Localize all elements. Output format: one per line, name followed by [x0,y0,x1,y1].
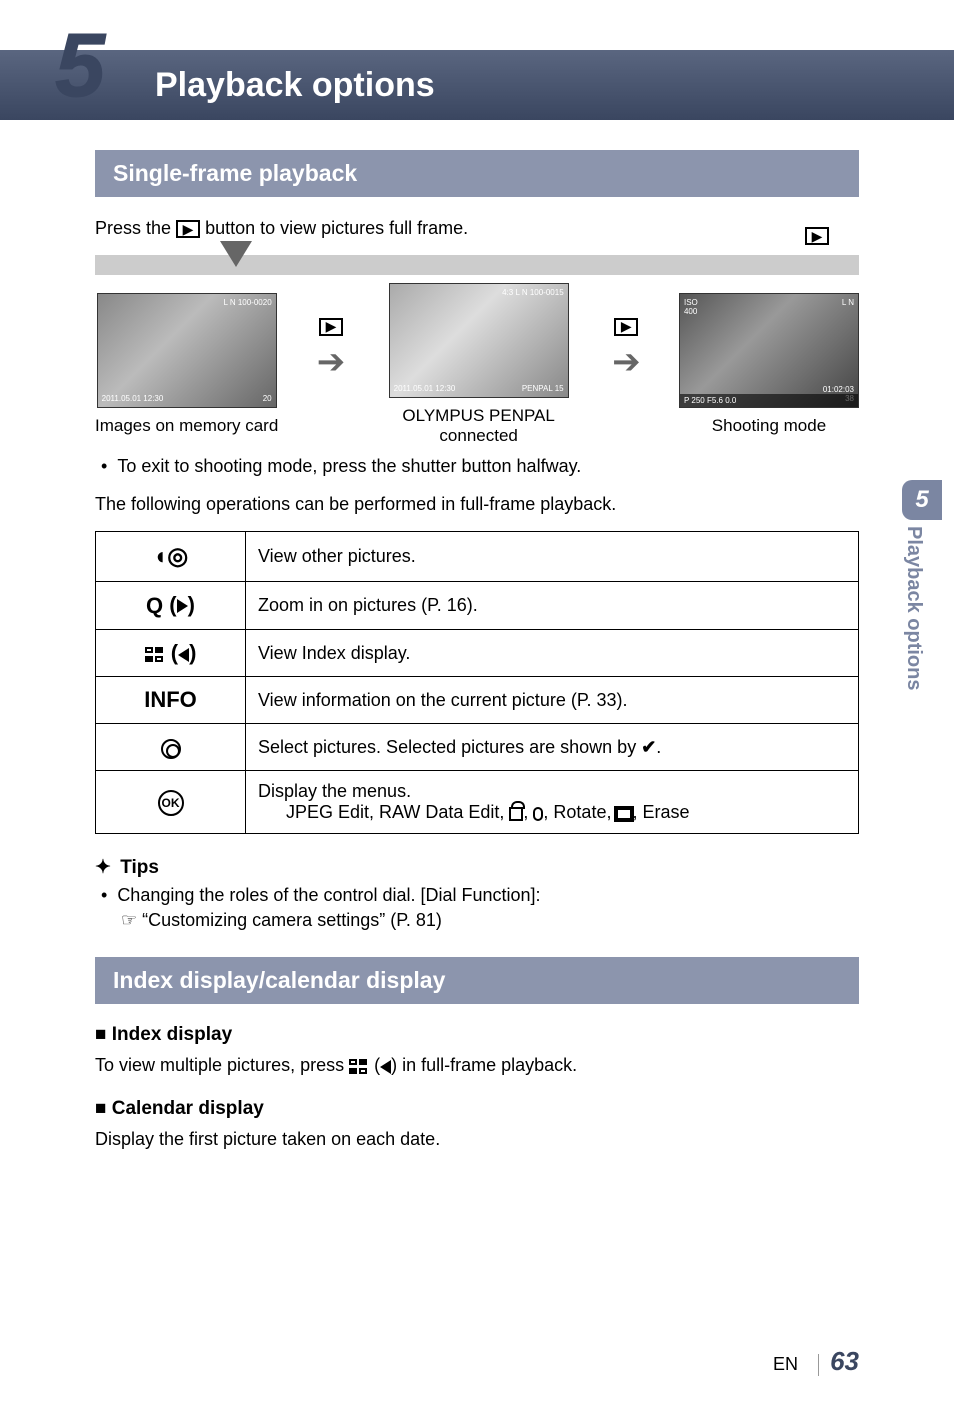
op-text-mid: , Rotate, [543,802,616,822]
overlay-iso: ISO 400 [684,298,698,316]
ok-button-icon: OK [96,771,246,834]
arrow-right-icon: ➔ [317,342,346,382]
overlay-count: PENPAL 15 [522,384,564,393]
overlay-datetime: 2011.05.01 12:30 [394,384,456,393]
arrow-down-icon [220,241,252,267]
figure-top-bar: ▶ [95,255,859,275]
arrow-right-icon: ➔ [612,342,641,382]
subsection-heading: Index display [95,1024,859,1046]
overlay-time: 01:02:03 [823,385,854,394]
operations-table: ◖◎ View other pictures. Q () Zoom in on … [95,531,859,834]
record-button-icon [96,724,246,771]
op-text-post: . [656,737,661,757]
subsection-heading: Calendar display [95,1098,859,1120]
playback-icon: ▶ [319,318,343,336]
chapter-title: Playback options [155,66,435,105]
section-heading: Single-frame playback [95,150,859,197]
subsection-text: Display the first picture taken on each … [95,1126,859,1152]
page-footer: EN 63 [773,1346,859,1377]
table-row: () View Index display. [96,630,859,677]
chapter-banner: 5 Playback options [0,50,954,120]
reference-icon: ☞ [121,910,142,930]
footer-lang: EN [773,1354,798,1374]
table-row: INFO View information on the current pic… [96,677,859,724]
table-row: Q () Zoom in on pictures (P. 16). [96,582,859,630]
op-description: Display the menus. JPEG Edit, RAW Data E… [246,771,859,834]
overlay-count: 20 [263,394,272,403]
figure-3: ISO 400 L N 01:02:03 38 P 250 F5.6 0.0 S… [679,293,859,436]
intro-text: Press the ▶ button to view pictures full… [95,215,859,241]
playback-icon: ▶ [805,227,829,245]
tips-heading: Tips [95,856,859,879]
transition-arrow: ▶ ➔ [313,318,350,382]
info-button-label: INFO [96,677,246,724]
op-description: Zoom in on pictures (P. 16). [246,582,859,630]
side-tab-number: 5 [902,480,942,520]
bullet-note: To exit to shooting mode, press the shut… [95,456,859,477]
op-text-line2: JPEG Edit, RAW Data Edit, , , Rotate, , … [258,802,846,823]
op-description: View information on the current picture … [246,677,859,724]
bullet-text: To exit to shooting mode, press the shut… [117,456,581,477]
text-post: ) in full-frame playback. [391,1055,577,1075]
playback-icon: ▶ [614,318,638,336]
index-control-icon: () [96,630,246,677]
zoom-control-icon: Q () [96,582,246,630]
transition-arrow: ▶ ➔ [608,318,645,382]
tip-reference: ☞ “Customizing camera settings” (P. 81) [95,910,859,931]
figure-2: 4:3 L N 100-0015 2011.05.01 12:30 PENPAL… [384,283,574,446]
overlay-exposure-bar: P 250 F5.6 0.0 [680,394,858,407]
thumbnail-image: ISO 400 L N 01:02:03 38 P 250 F5.6 0.0 [679,293,859,408]
overlay-fileno: L N 100-0020 [223,298,271,307]
tip-item: Changing the roles of the control dial. … [95,885,859,906]
figure-caption: Images on memory card [95,416,278,436]
tip-line1: Changing the roles of the control dial. … [117,885,540,906]
share-icon [616,808,632,820]
op-text-end: , Erase [632,802,689,822]
figure-caption: Shooting mode [712,416,826,436]
left-arrow-icon [178,648,189,662]
figure-row: L N 100-0020 2011.05.01 12:30 20 Images … [95,283,859,446]
grid-icon [145,647,165,663]
overlay-datetime: 2011.05.01 12:30 [102,394,164,403]
check-icon: ✔ [641,737,656,757]
left-arrow-icon [380,1060,391,1074]
text-pre: To view multiple pictures, press [95,1055,349,1075]
overlay-fileno: 4:3 L N 100-0015 [502,288,564,297]
overlay-quality: L N [842,298,854,307]
op-text-pre: Select pictures. Selected pictures are s… [258,737,641,757]
table-row: ◖◎ View other pictures. [96,532,859,582]
ops-intro: The following operations can be performe… [95,491,859,517]
side-tab: 5 Playback options [902,480,942,746]
chapter-number: 5 [55,15,105,118]
thumbnail-image: L N 100-0020 2011.05.01 12:30 20 [97,293,277,408]
protect-icon [509,807,523,821]
subsection-text: To view multiple pictures, press () in f… [95,1052,859,1078]
op-description: Select pictures. Selected pictures are s… [246,724,859,771]
section-heading: Index display/calendar display [95,957,859,1004]
intro-post: button to view pictures full frame. [205,218,468,238]
figure-1: L N 100-0020 2011.05.01 12:30 20 Images … [95,293,278,436]
grid-icon [349,1059,369,1075]
side-tab-label: Playback options [902,526,925,746]
audio-icon [533,807,543,821]
op-description: View Index display. [246,630,859,677]
table-row: OK Display the menus. JPEG Edit, RAW Dat… [96,771,859,834]
right-arrow-icon [177,599,188,613]
op-text-line1: Display the menus. [258,781,846,802]
footer-page-number: 63 [830,1346,859,1376]
thumbnail-image: 4:3 L N 100-0015 2011.05.01 12:30 PENPAL… [389,283,569,398]
control-dial-icon: ◖◎ [96,532,246,582]
figure-caption: OLYMPUS PENPAL connected [384,406,574,446]
playback-icon: ▶ [176,220,200,238]
footer-divider [818,1354,819,1376]
intro-pre: Press the [95,218,176,238]
op-description: View other pictures. [246,532,859,582]
table-row: Select pictures. Selected pictures are s… [96,724,859,771]
op-text-pre: JPEG Edit, RAW Data Edit, [286,802,509,822]
tip-line2: “Customizing camera settings” (P. 81) [142,910,442,930]
